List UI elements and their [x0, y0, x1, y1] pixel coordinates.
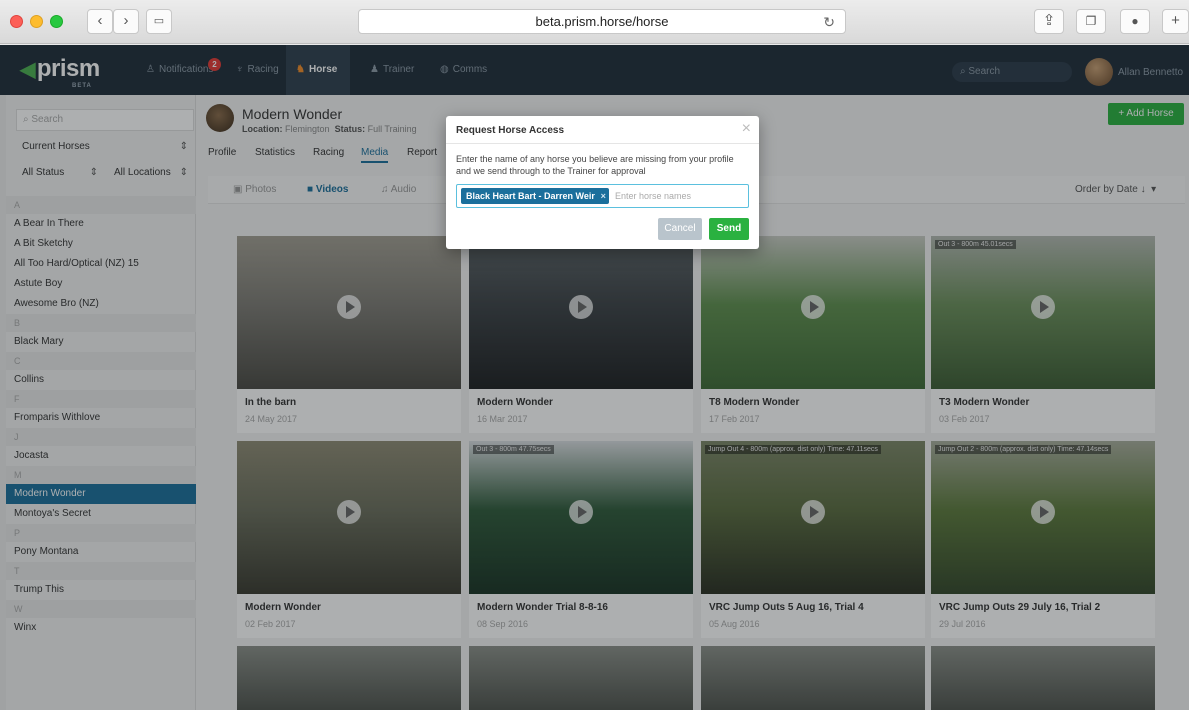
url-text: beta.prism.horse/horse	[535, 14, 669, 29]
modal-description: Enter the name of any horse you believe …	[456, 154, 734, 176]
download-icon[interactable]: ●	[1120, 9, 1150, 34]
horse-tag-label: Black Heart Bart - Darren Weir	[466, 191, 595, 201]
send-button[interactable]: Send	[709, 218, 749, 240]
modal-divider	[446, 143, 759, 144]
minimize-window-button[interactable]	[30, 15, 43, 28]
address-bar[interactable]: beta.prism.horse/horse ↻	[358, 9, 846, 34]
remove-tag-icon[interactable]: ×	[601, 188, 606, 204]
cancel-button[interactable]: Cancel	[658, 218, 702, 240]
zoom-window-button[interactable]	[50, 15, 63, 28]
new-tab-icon[interactable]: +	[1162, 9, 1189, 34]
modal-backdrop-nav	[0, 45, 1189, 95]
horse-tag: Black Heart Bart - Darren Weir ×	[461, 188, 609, 204]
modal-title: Request Horse Access	[456, 125, 565, 136]
horse-names-input[interactable]	[615, 189, 745, 203]
reload-icon[interactable]: ↻	[823, 10, 835, 34]
close-window-button[interactable]	[10, 15, 23, 28]
browser-window: ‹ › ▭ beta.prism.horse/horse ↻ ⇪ ❐ ● + ◀…	[0, 0, 1189, 710]
chevron-right-icon[interactable]: ›	[113, 9, 139, 34]
tabs-icon[interactable]: ❐	[1076, 9, 1106, 34]
horse-names-field[interactable]: Black Heart Bart - Darren Weir ×	[456, 184, 749, 208]
share-icon[interactable]: ⇪	[1034, 9, 1064, 34]
chevron-left-icon[interactable]: ‹	[87, 9, 113, 34]
sidebar-toggle-icon[interactable]: ▭	[146, 9, 172, 34]
request-access-modal: Request Horse Access × Enter the name of…	[446, 116, 759, 249]
browser-toolbar: ‹ › ▭ beta.prism.horse/horse ↻ ⇪ ❐ ● +	[0, 0, 1189, 44]
close-icon[interactable]: ×	[742, 120, 751, 138]
